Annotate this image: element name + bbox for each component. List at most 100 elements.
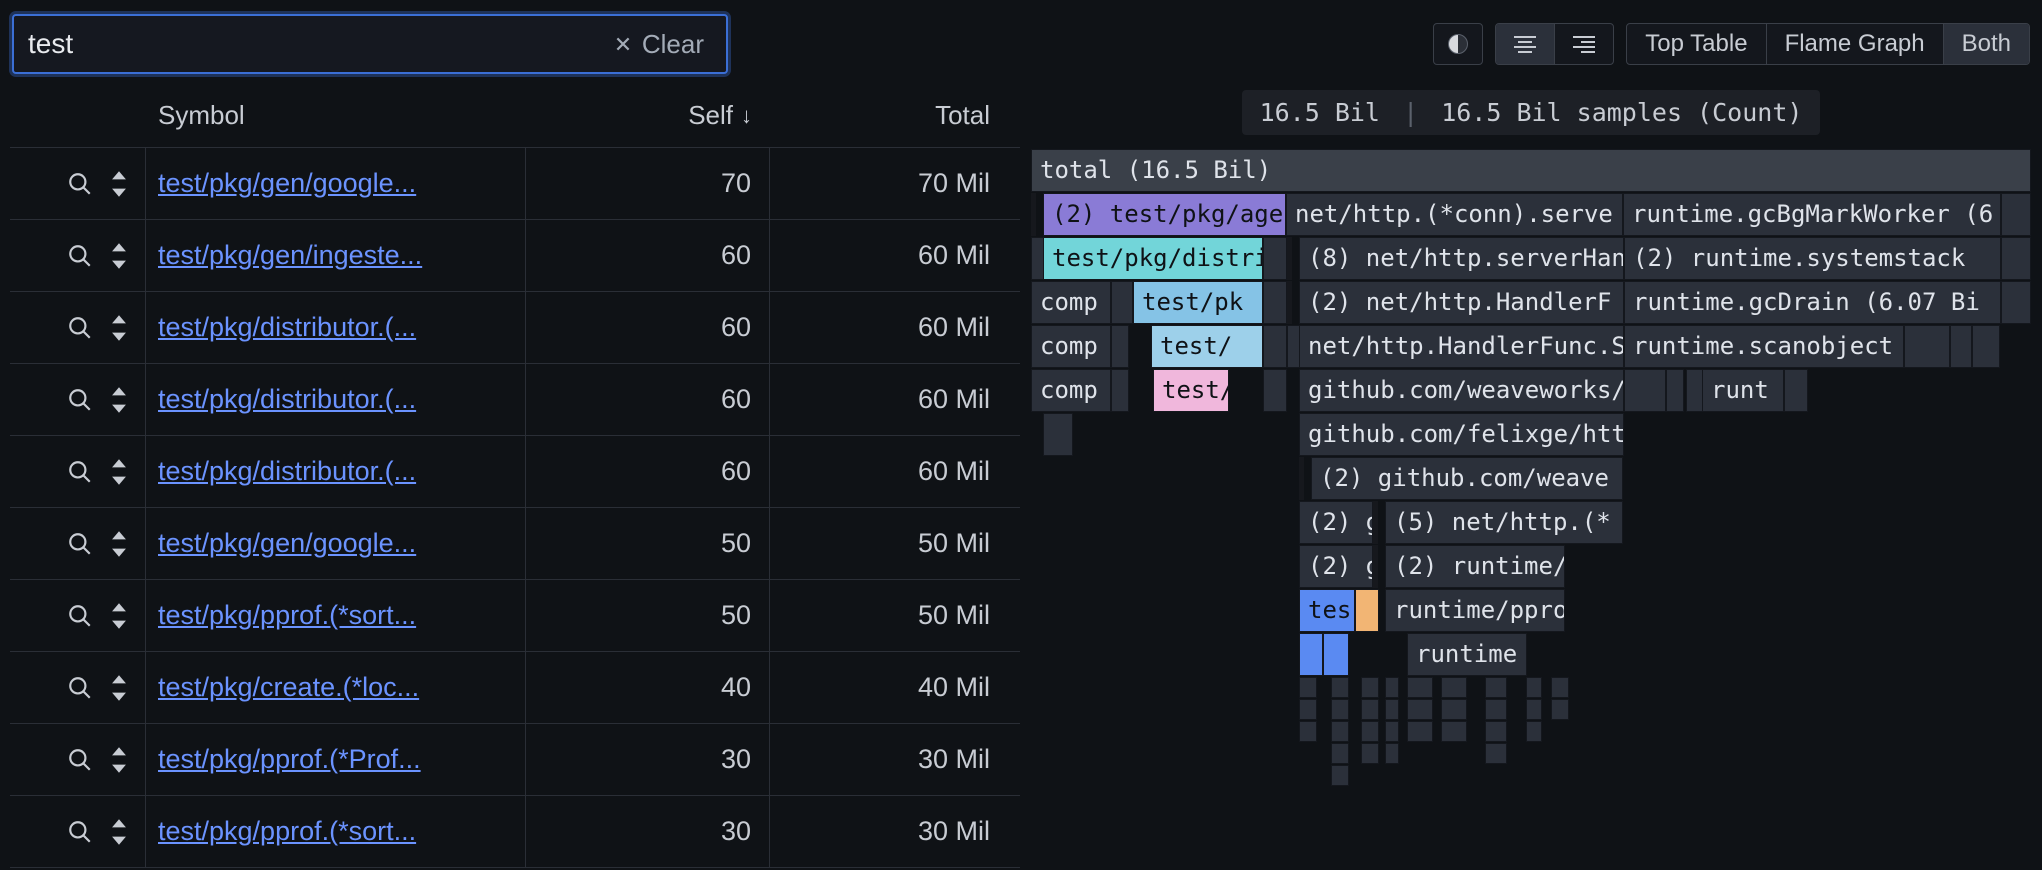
align-right-button[interactable] xyxy=(1555,24,1613,64)
flame-frame[interactable] xyxy=(2001,237,2031,280)
symbol-link[interactable]: test/pkg/pprof.(*sort... xyxy=(146,796,526,867)
flame-frame[interactable] xyxy=(1407,699,1433,720)
flame-frame[interactable]: net/http.(*conn).serve xyxy=(1286,193,1623,236)
flame-frame[interactable] xyxy=(1485,721,1507,742)
flame-frame[interactable] xyxy=(1361,677,1379,698)
flame-frame[interactable] xyxy=(1331,721,1349,742)
flame-frame[interactable] xyxy=(1485,743,1507,764)
flame-frame[interactable] xyxy=(1263,369,1287,412)
flame-frame[interactable] xyxy=(1551,699,1569,720)
symbol-link[interactable]: test/pkg/gen/ingeste... xyxy=(146,220,526,291)
row-sort-button[interactable] xyxy=(107,817,131,847)
flame-frame[interactable] xyxy=(1299,677,1317,698)
flame-frame[interactable] xyxy=(1355,589,1379,632)
flame-frame[interactable] xyxy=(1331,699,1349,720)
flame-frame[interactable]: test/pk xyxy=(1133,281,1263,324)
flame-frame[interactable]: (2) runtime/ xyxy=(1385,545,1565,588)
flame-frame[interactable] xyxy=(1972,325,2000,368)
flame-frame[interactable] xyxy=(1331,765,1349,786)
flame-frame[interactable] xyxy=(2001,193,2031,236)
symbol-link[interactable]: test/pkg/distributor.(... xyxy=(146,364,526,435)
symbol-link[interactable]: test/pkg/distributor.(... xyxy=(146,292,526,363)
view-both-button[interactable]: Both xyxy=(1944,24,2029,64)
flame-frame[interactable]: test/ xyxy=(1151,325,1263,368)
flame-frame[interactable]: (2) runtime.systemstack xyxy=(1624,237,2001,280)
flame-frame[interactable] xyxy=(1385,699,1399,720)
flame-frame[interactable]: github.com/weaveworks/ xyxy=(1299,369,1624,412)
row-search-button[interactable] xyxy=(67,603,93,629)
column-header-total[interactable]: Total xyxy=(770,100,1010,131)
flame-frame-root[interactable]: total (16.5 Bil) xyxy=(1031,149,2031,192)
flame-frame[interactable]: runtime.gcDrain (6.07 Bi xyxy=(1624,281,2001,324)
flame-frame[interactable] xyxy=(1043,413,1073,456)
flame-frame[interactable] xyxy=(1361,721,1379,742)
flame-frame[interactable] xyxy=(1111,369,1129,412)
row-sort-button[interactable] xyxy=(107,601,131,631)
flame-frame[interactable] xyxy=(1407,721,1433,742)
flame-frame[interactable] xyxy=(1441,699,1467,720)
symbol-link[interactable]: test/pkg/gen/google... xyxy=(146,148,526,219)
flame-frame[interactable] xyxy=(1299,699,1317,720)
flame-frame[interactable] xyxy=(1331,743,1349,764)
row-sort-button[interactable] xyxy=(107,745,131,775)
flame-frame[interactable] xyxy=(1526,699,1542,720)
row-search-button[interactable] xyxy=(67,387,93,413)
flame-frame[interactable]: comp xyxy=(1031,281,1111,324)
row-sort-button[interactable] xyxy=(107,313,131,343)
row-sort-button[interactable] xyxy=(107,673,131,703)
search-input[interactable] xyxy=(28,28,606,60)
flame-frame[interactable] xyxy=(1526,721,1542,742)
theme-toggle-button[interactable] xyxy=(1433,23,1483,65)
flame-frame[interactable] xyxy=(1904,325,1950,368)
flame-frame[interactable] xyxy=(1950,325,1972,368)
row-search-button[interactable] xyxy=(67,315,93,341)
flame-frame[interactable]: comp xyxy=(1031,325,1111,368)
row-search-button[interactable] xyxy=(67,459,93,485)
row-search-button[interactable] xyxy=(67,675,93,701)
row-search-button[interactable] xyxy=(67,171,93,197)
flame-frame[interactable] xyxy=(1526,677,1542,698)
flame-frame[interactable]: test/ xyxy=(1153,369,1229,412)
flame-frame[interactable] xyxy=(1624,369,1666,412)
align-center-button[interactable] xyxy=(1496,24,1555,64)
flame-frame[interactable]: test/pkg/distri xyxy=(1043,237,1263,280)
view-flame-graph-button[interactable]: Flame Graph xyxy=(1767,24,1944,64)
symbol-link[interactable]: test/pkg/pprof.(*sort... xyxy=(146,580,526,651)
symbol-link[interactable]: test/pkg/gen/google... xyxy=(146,508,526,579)
flame-frame[interactable] xyxy=(1385,721,1399,742)
flame-graph[interactable]: total (16.5 Bil)(2) test/pkg/agenet/http… xyxy=(1031,149,2031,809)
flame-frame[interactable]: net/http.HandlerFunc.S xyxy=(1299,325,1624,368)
flame-frame[interactable] xyxy=(1299,633,1323,676)
row-search-button[interactable] xyxy=(67,243,93,269)
flame-frame[interactable] xyxy=(1784,369,1808,412)
flame-frame[interactable] xyxy=(1361,743,1379,764)
flame-frame[interactable]: (2) net/http.HandlerF xyxy=(1299,281,1624,324)
row-sort-button[interactable] xyxy=(107,385,131,415)
flame-frame[interactable] xyxy=(1263,237,1287,280)
view-top-table-button[interactable]: Top Table xyxy=(1627,24,1766,64)
flame-frame[interactable] xyxy=(1441,677,1467,698)
column-header-symbol[interactable]: Symbol xyxy=(146,100,526,131)
flame-frame[interactable] xyxy=(1407,677,1433,698)
symbol-link[interactable]: test/pkg/create.(*loc... xyxy=(146,652,526,723)
flame-frame[interactable] xyxy=(1263,281,1287,324)
column-header-self[interactable]: Self ↓ xyxy=(526,100,770,131)
symbol-link[interactable]: test/pkg/distributor.(... xyxy=(146,436,526,507)
flame-frame[interactable]: (5) net/http.(* xyxy=(1385,501,1623,544)
flame-frame[interactable]: runtime xyxy=(1407,633,1527,676)
flame-frame[interactable]: runtime.gcBgMarkWorker (6 xyxy=(1623,193,2001,236)
row-sort-button[interactable] xyxy=(107,169,131,199)
row-search-button[interactable] xyxy=(67,819,93,845)
flame-frame[interactable] xyxy=(2001,281,2031,324)
flame-frame[interactable]: (2) github.com/weave xyxy=(1311,457,1623,500)
flame-frame[interactable] xyxy=(1111,281,1133,324)
flame-frame[interactable] xyxy=(1361,699,1379,720)
row-search-button[interactable] xyxy=(67,747,93,773)
flame-frame[interactable]: (2) test/pkg/age xyxy=(1043,193,1286,236)
symbol-link[interactable]: test/pkg/pprof.(*Prof... xyxy=(146,724,526,795)
flame-frame[interactable] xyxy=(1551,677,1569,698)
clear-button[interactable]: Clear xyxy=(606,25,712,64)
flame-frame[interactable] xyxy=(1485,699,1507,720)
flame-frame[interactable] xyxy=(1485,677,1507,698)
flame-frame[interactable]: tes xyxy=(1299,589,1355,632)
